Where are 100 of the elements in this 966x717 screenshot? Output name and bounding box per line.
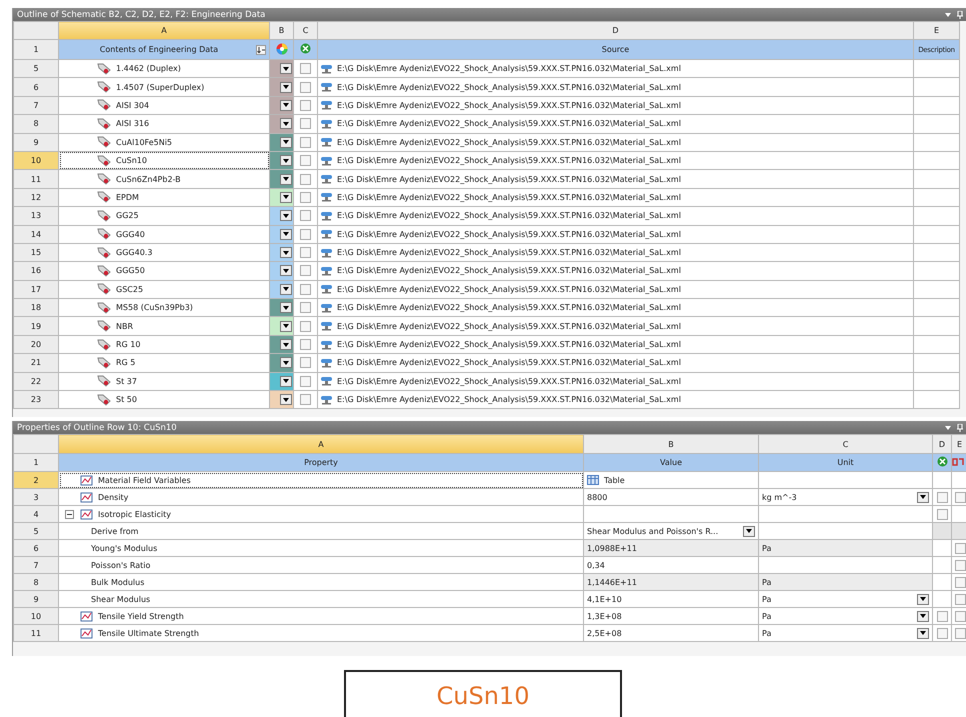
- property-value[interactable]: 4,1E+10: [587, 594, 622, 604]
- checkbox[interactable]: [955, 542, 966, 554]
- checkbox[interactable]: [300, 247, 311, 258]
- color-swatch[interactable]: [270, 133, 294, 152]
- dropdown-button[interactable]: [280, 192, 292, 203]
- dropdown-button[interactable]: [917, 610, 929, 622]
- material-name[interactable]: EPDM: [116, 192, 139, 202]
- unit-value[interactable]: Pa: [762, 612, 772, 621]
- property-value[interactable]: 0,34: [587, 560, 605, 570]
- color-swatch[interactable]: [270, 60, 294, 78]
- dropdown-arrow-icon[interactable]: [945, 426, 951, 430]
- checkbox[interactable]: [955, 560, 966, 571]
- unit-value[interactable]: Pa: [762, 544, 772, 553]
- property-value[interactable]: 2,5E+08: [587, 628, 622, 638]
- color-swatch[interactable]: [270, 354, 294, 372]
- dropdown-button[interactable]: [280, 302, 292, 314]
- dropdown-button[interactable]: [280, 394, 292, 406]
- color-swatch[interactable]: [270, 335, 294, 354]
- material-name[interactable]: GSC25: [116, 284, 144, 294]
- checkbox[interactable]: [300, 100, 311, 111]
- checkbox[interactable]: [955, 594, 966, 605]
- dropdown-button[interactable]: [280, 265, 292, 276]
- checkbox[interactable]: [955, 610, 966, 622]
- material-name[interactable]: GGG40: [116, 230, 145, 239]
- dropdown-button[interactable]: [743, 526, 755, 537]
- dropdown-button[interactable]: [280, 210, 292, 222]
- color-swatch[interactable]: [270, 225, 294, 244]
- material-name[interactable]: RG 5: [116, 358, 136, 368]
- checkbox[interactable]: [937, 628, 948, 639]
- material-name[interactable]: NBR: [116, 322, 134, 331]
- dropdown-button[interactable]: [280, 136, 292, 148]
- property-value[interactable]: 1,3E+08: [587, 612, 622, 621]
- dropdown-button[interactable]: [280, 63, 292, 74]
- color-swatch[interactable]: [270, 280, 294, 299]
- pin-icon[interactable]: [957, 10, 963, 18]
- color-swatch[interactable]: [270, 188, 294, 207]
- checkbox[interactable]: [300, 394, 311, 406]
- checkbox[interactable]: [300, 320, 311, 332]
- checkbox[interactable]: [955, 628, 966, 639]
- collapse-icon[interactable]: [65, 510, 74, 519]
- sort-icon[interactable]: [256, 44, 266, 54]
- checkbox[interactable]: [300, 284, 311, 295]
- color-swatch[interactable]: [270, 114, 294, 134]
- dropdown-button[interactable]: [280, 284, 292, 295]
- material-name[interactable]: CuSn6Zn4Pb2-B: [116, 174, 181, 184]
- dropdown-button[interactable]: [280, 339, 292, 350]
- checkbox[interactable]: [300, 63, 311, 74]
- color-swatch[interactable]: [270, 262, 294, 280]
- dropdown-button[interactable]: [917, 594, 929, 605]
- checkbox[interactable]: [937, 610, 948, 622]
- checkbox[interactable]: [300, 155, 311, 166]
- color-swatch[interactable]: [270, 151, 294, 170]
- checkbox[interactable]: [300, 174, 311, 185]
- color-swatch[interactable]: [270, 170, 294, 188]
- material-name[interactable]: GGG50: [116, 266, 145, 276]
- checkbox[interactable]: [300, 192, 311, 203]
- unit-value[interactable]: kg m^-3: [762, 492, 797, 502]
- color-swatch[interactable]: [270, 78, 294, 96]
- color-swatch[interactable]: [270, 298, 294, 317]
- material-name[interactable]: AISI 316: [116, 119, 150, 128]
- color-swatch[interactable]: [270, 243, 294, 262]
- material-name[interactable]: MS58 (CuSn39Pb3): [116, 303, 193, 312]
- material-name[interactable]: St 37: [116, 376, 137, 386]
- property-value[interactable]: 1,1446E+11: [587, 578, 637, 587]
- checkbox[interactable]: [300, 136, 311, 148]
- checkbox[interactable]: [300, 210, 311, 222]
- checkbox[interactable]: [300, 357, 311, 368]
- material-name[interactable]: St 50: [116, 395, 137, 404]
- dropdown-button[interactable]: [280, 247, 292, 258]
- color-swatch[interactable]: [270, 206, 294, 226]
- checkbox[interactable]: [955, 492, 966, 503]
- material-name[interactable]: RG 10: [116, 340, 140, 350]
- checkbox[interactable]: [937, 508, 948, 520]
- dropdown-button[interactable]: [280, 155, 292, 166]
- color-swatch[interactable]: [270, 96, 294, 115]
- checkbox[interactable]: [300, 228, 311, 240]
- dropdown-button[interactable]: [280, 100, 292, 111]
- material-name[interactable]: GG25: [116, 211, 139, 220]
- checkbox[interactable]: [300, 82, 311, 93]
- checkbox[interactable]: [300, 376, 311, 387]
- property-value[interactable]: Table: [604, 476, 625, 485]
- color-swatch[interactable]: [270, 316, 294, 336]
- material-name[interactable]: CuSn10: [116, 156, 147, 166]
- dropdown-button[interactable]: [280, 118, 292, 130]
- property-value[interactable]: 1,0988E+11: [587, 544, 637, 553]
- color-swatch[interactable]: [270, 390, 294, 409]
- material-name[interactable]: CuAl10Fe5Ni5: [116, 138, 172, 147]
- dropdown-button[interactable]: [280, 357, 292, 368]
- checkbox[interactable]: [300, 339, 311, 350]
- dropdown-button[interactable]: [280, 320, 292, 332]
- unit-value[interactable]: Pa: [762, 628, 772, 638]
- pin-icon[interactable]: [957, 424, 963, 432]
- material-name[interactable]: AISI 304: [116, 100, 150, 110]
- dropdown-button[interactable]: [917, 628, 929, 639]
- dropdown-button[interactable]: [917, 492, 929, 503]
- checkbox[interactable]: [300, 118, 311, 130]
- dropdown-button[interactable]: [280, 228, 292, 240]
- dropdown-arrow-icon[interactable]: [945, 12, 951, 16]
- material-name[interactable]: GGG40.3: [116, 248, 152, 258]
- property-value[interactable]: 8800: [587, 492, 608, 502]
